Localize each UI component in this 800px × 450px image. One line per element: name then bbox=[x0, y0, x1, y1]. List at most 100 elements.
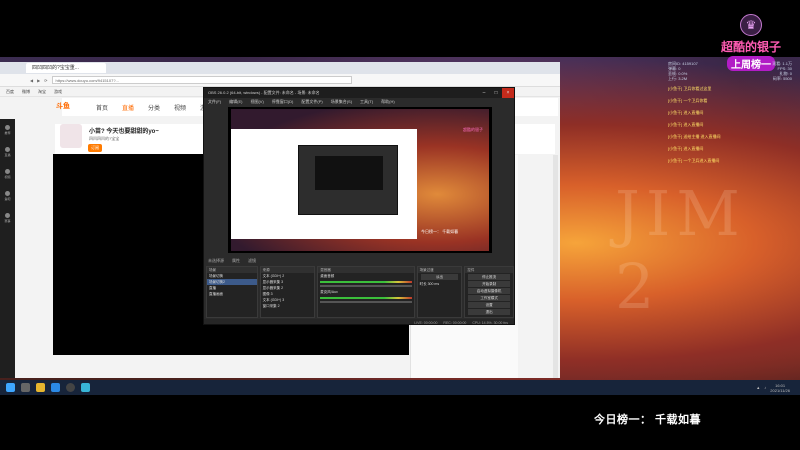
chat-message: [小鱼干] 一个卫兵你看 bbox=[668, 98, 708, 103]
maximize-button[interactable]: □ bbox=[490, 88, 502, 98]
follow-button[interactable]: 订阅 bbox=[88, 144, 102, 152]
address-bar[interactable]: https://www.douyu.com/9415107?... bbox=[51, 76, 352, 84]
site-logo[interactable]: 斗鱼 bbox=[56, 101, 70, 111]
obs-icon[interactable] bbox=[66, 383, 75, 392]
scrollbar[interactable] bbox=[553, 155, 558, 378]
menu-docks[interactable]: 停靠窗口(D) bbox=[272, 99, 294, 105]
obs-statusbar: LIVE: 00:00:00 REC: 00:00:00 CPU: 14.5%,… bbox=[204, 319, 514, 325]
stat-value: 码率: 5500 bbox=[772, 76, 792, 81]
app-icon[interactable] bbox=[81, 383, 90, 392]
source-item[interactable]: 窗口采集 2 bbox=[261, 303, 315, 309]
volume-slider[interactable] bbox=[320, 301, 412, 303]
bookmark-item[interactable]: 游戏 bbox=[54, 89, 62, 95]
duration-label: 时长 300 ms bbox=[418, 281, 462, 287]
exit-button[interactable]: 退出 bbox=[468, 309, 510, 315]
obs-window[interactable]: OBS 26.0.2 (64-bit, windows) - 配置文件: 未命名… bbox=[203, 87, 515, 325]
rail-item[interactable]: 鱼吧 bbox=[0, 185, 15, 207]
network-icon[interactable]: ▲ bbox=[756, 385, 760, 390]
no-source-label: 未选择源 bbox=[208, 257, 224, 263]
studio-mode-button[interactable]: 工作室模式 bbox=[468, 295, 510, 301]
chat-message: [小鱼干] 进入直播间 bbox=[668, 122, 704, 127]
chat-message: [小鱼干] 进入直播间 bbox=[668, 110, 704, 115]
menu-view[interactable]: 视图(V) bbox=[250, 99, 263, 105]
menu-tools[interactable]: 工具(T) bbox=[360, 99, 373, 105]
settings-button[interactable]: 设置 bbox=[468, 302, 510, 308]
volume-slider[interactable] bbox=[320, 285, 412, 287]
preview-obs-capture bbox=[298, 145, 398, 215]
back-icon[interactable]: ◀ bbox=[30, 78, 33, 83]
room-meta[interactable]: 四凹四凹的?宝宝 bbox=[89, 136, 119, 142]
nav-home[interactable]: 首页 bbox=[96, 103, 108, 112]
refresh-icon[interactable]: ⟳ bbox=[44, 78, 47, 83]
transition-select[interactable]: 淡出 bbox=[420, 274, 459, 280]
live-timer: LIVE: 00:00:00 bbox=[414, 320, 438, 325]
menu-edit[interactable]: 编辑(E) bbox=[229, 99, 242, 105]
rail-item[interactable]: 直播 bbox=[0, 141, 15, 163]
nav-category[interactable]: 分类 bbox=[148, 103, 160, 112]
cpu-usage: CPU: 14.5%, 30.00 fps bbox=[472, 320, 508, 325]
volume-icon[interactable]: ♪ bbox=[764, 385, 766, 390]
source-toolbar: 未选择源 属性 滤镜 bbox=[204, 256, 514, 265]
menu-profile[interactable]: 配置文件(P) bbox=[301, 99, 322, 105]
virtual-camera-button[interactable]: 启动虚拟摄像机 bbox=[468, 288, 510, 294]
start-recording-button[interactable]: 开始录制 bbox=[468, 281, 510, 287]
stream-frame: JIM 2 四凹四凹的?宝宝重... ◀ ▶ ⟳ https://www.dou… bbox=[0, 0, 800, 450]
overlay-chat: [小鱼干] 卫兵你看过这里 [小鱼干] 一个卫兵你看 [小鱼干] 进入直播间 [… bbox=[668, 86, 792, 170]
system-tray: ▲ ♪ 16:01 2021/11/26 bbox=[756, 383, 800, 393]
windows-start-icon[interactable] bbox=[6, 383, 15, 392]
chat-message: [小鱼干] 一个卫兵进入直播间 bbox=[668, 158, 720, 163]
filters-button[interactable]: 滤镜 bbox=[248, 258, 256, 264]
search-icon[interactable] bbox=[21, 383, 30, 392]
rail-icon bbox=[5, 125, 10, 130]
scene-item[interactable]: 直播画面 bbox=[207, 291, 257, 297]
rail-label: 鱼吧 bbox=[4, 197, 11, 201]
rail-icon bbox=[5, 169, 10, 174]
forward-icon[interactable]: ▶ bbox=[37, 78, 40, 83]
browser-tab[interactable]: 四凹四凹的?宝宝重... bbox=[26, 63, 106, 73]
taskbar: ▲ ♪ 16:01 2021/11/26 bbox=[0, 380, 800, 395]
rail-item[interactable]: 赛事 bbox=[0, 207, 15, 229]
obs-docks: 场景 场景切换 场景切换2 直播 直播画面 来源 文本 (GDI+) 2 显示器… bbox=[204, 266, 514, 318]
brand-name: 超酷的银子 bbox=[720, 40, 781, 54]
volume-meter bbox=[320, 281, 412, 283]
overlay-stats: 房间ID: 4159107 观看: 1.1万 弹幕: 0 FPS: 30 丢帧: 0… bbox=[668, 61, 792, 81]
browser-toolbar: ◀ ▶ ⟳ https://www.douyu.com/9415107?... bbox=[0, 74, 560, 87]
bookmark-item[interactable]: 淘宝 bbox=[38, 89, 46, 95]
bookmark-item[interactable]: 微博 bbox=[22, 89, 30, 95]
stop-streaming-button[interactable]: 停止推流 bbox=[468, 274, 510, 280]
bookmark-item[interactable]: 百度 bbox=[6, 89, 14, 95]
nav-video[interactable]: 视频 bbox=[174, 103, 186, 112]
browser-icon[interactable] bbox=[51, 383, 60, 392]
rail-label: 赛事 bbox=[4, 219, 11, 223]
menu-help[interactable]: 帮助(H) bbox=[381, 99, 395, 105]
mixer-channel-label: 麦克风/Aux bbox=[320, 290, 338, 294]
chat-message: [小鱼干] 送给主播 进入直播间 bbox=[668, 134, 721, 139]
obs-preview[interactable]: 超酷的银子 今日榜一： 千载如暮 bbox=[228, 107, 492, 253]
rail-item[interactable]: 视频 bbox=[0, 163, 15, 185]
properties-button[interactable]: 属性 bbox=[232, 258, 240, 264]
rail-label: 直播 bbox=[4, 153, 11, 157]
minimize-button[interactable]: – bbox=[478, 88, 490, 98]
transitions-header: 场景过渡 bbox=[417, 267, 462, 273]
rail-item[interactable]: 推荐 bbox=[0, 119, 15, 141]
rail-label: 推荐 bbox=[4, 131, 11, 135]
controls-header: 控件 bbox=[465, 267, 513, 273]
close-button[interactable]: × bbox=[502, 88, 514, 98]
preview-nested-canvas bbox=[315, 156, 383, 190]
preview-canvas: 超酷的银子 今日榜一： 千载如暮 bbox=[231, 109, 489, 251]
sources-dock: 来源 文本 (GDI+) 2 显示器采集 3 显示器采集 2 图像 3 文本 (… bbox=[259, 266, 316, 318]
duration-caption: 时长 bbox=[419, 282, 427, 286]
chat-message: [小鱼干] 卫兵你看过这里 bbox=[668, 86, 712, 91]
menu-scene-collection[interactable]: 场景集合(S) bbox=[331, 99, 352, 105]
streamer-avatar[interactable] bbox=[60, 124, 82, 148]
rail-icon bbox=[5, 191, 10, 196]
rail-icon bbox=[5, 213, 10, 218]
mixer-dock: 混音器 桌面音频 麦克风/Aux bbox=[317, 266, 415, 318]
preview-brand-text: 超酷的银子 bbox=[463, 127, 483, 132]
file-explorer-icon[interactable] bbox=[36, 383, 45, 392]
duration-input[interactable]: 300 ms bbox=[428, 282, 439, 286]
wallpaper-watermark: JIM 2 bbox=[615, 177, 746, 323]
nav-live[interactable]: 直播 bbox=[122, 103, 134, 112]
menu-file[interactable]: 文件(F) bbox=[208, 99, 221, 105]
clock[interactable]: 16:01 2021/11/26 bbox=[770, 383, 790, 393]
